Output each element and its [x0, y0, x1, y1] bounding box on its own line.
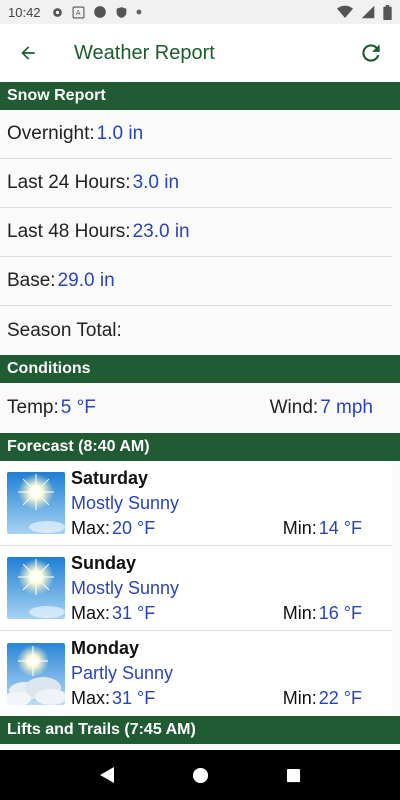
snow-row-overnight: Overnight: 1.0 in — [0, 110, 392, 159]
weather-content[interactable]: Snow Report Overnight: 1.0 in Last 24 Ho… — [0, 82, 400, 750]
forecast-desc: Mostly Sunny — [71, 492, 180, 513]
max-label: Max: — [71, 688, 111, 708]
wifi-icon — [337, 5, 353, 19]
partly-sunny-icon — [7, 642, 65, 705]
forecast-day: Saturday — [71, 467, 149, 488]
status-time: 10:42 — [8, 4, 41, 20]
snow-value: 1.0 in — [96, 123, 144, 144]
forecast-header: Forecast (8:40 AM) — [0, 433, 400, 461]
forecast-day: Monday — [71, 638, 140, 658]
refresh-button[interactable] — [346, 24, 396, 82]
temp-label: Temp: — [7, 397, 59, 418]
status-bar: 10:42 A — [0, 0, 400, 24]
min-value: 16 °F — [318, 602, 362, 623]
temp-value: 5 °F — [60, 397, 96, 418]
conditions-header: Conditions — [0, 355, 400, 383]
nav-home-icon[interactable] — [192, 767, 209, 784]
snow-row-48h: Last 48 Hours: 23.0 in — [0, 208, 392, 257]
settings-icon — [52, 7, 62, 17]
min-label: Min: — [282, 602, 317, 623]
snow-label: Last 24 Hours: — [7, 172, 131, 193]
forecast-desc: Partly Sunny — [71, 663, 174, 683]
min-label: Min: — [282, 688, 317, 708]
min-label: Min: — [282, 517, 317, 538]
max-value: 31 °F — [112, 688, 156, 708]
page-title: Weather Report — [74, 41, 215, 64]
forecast-text: Sunday Mostly Sunny Max: 31 °F Min: 16 °… — [71, 551, 392, 626]
snow-report-list: Overnight: 1.0 in Last 24 Hours: 3.0 in … — [0, 110, 400, 355]
sunny-icon — [7, 557, 65, 619]
forecast-text: Monday Partly Sunny Max: 31 °F Min: 22 °… — [71, 636, 392, 711]
battery-icon — [383, 4, 392, 20]
forecast-list: Saturday Mostly Sunny Max: 20 °F Min: 14… — [0, 461, 400, 716]
min-value: 14 °F — [318, 517, 362, 538]
app-bar: Weather Report — [0, 24, 400, 82]
shield-icon — [116, 6, 126, 18]
conditions-row: Temp: 5 °F Wind: 7 mph — [0, 383, 400, 433]
forecast-temps: Max: 31 °F Min: 22 °F — [71, 686, 392, 711]
wind-label: Wind: — [269, 397, 319, 418]
max-value: 31 °F — [112, 602, 156, 623]
refresh-icon — [362, 44, 380, 62]
nav-back-icon[interactable] — [99, 766, 115, 784]
snow-label: Season Total: — [7, 319, 122, 341]
snow-label: Base: — [7, 270, 56, 291]
snow-row-base: Base: 29.0 in — [0, 257, 392, 306]
max-label: Max: — [71, 602, 111, 623]
snow-row-season: Season Total: — [0, 306, 392, 355]
circle-icon — [93, 6, 106, 18]
forecast-item[interactable]: Saturday Mostly Sunny Max: 20 °F Min: 14… — [0, 461, 392, 546]
forecast-item[interactable]: Monday Partly Sunny Max: 31 °F Min: 22 °… — [0, 631, 392, 716]
font-icon: A — [72, 6, 85, 18]
min-value: 22 °F — [318, 688, 362, 708]
snow-value: 23.0 in — [132, 221, 190, 242]
forecast-day: Sunday — [71, 552, 137, 573]
forecast-text: Saturday Mostly Sunny Max: 20 °F Min: 14… — [71, 466, 392, 541]
forecast-temps: Max: 20 °F Min: 14 °F — [71, 516, 392, 541]
sunny-icon — [7, 472, 65, 534]
snow-value: 3.0 in — [132, 172, 180, 193]
snow-label: Overnight: — [7, 123, 95, 144]
snow-row-24h: Last 24 Hours: 3.0 in — [0, 159, 392, 208]
snow-report-header: Snow Report — [0, 82, 400, 110]
signal-icon — [361, 5, 375, 19]
svg-text:A: A — [75, 8, 80, 17]
forecast-item[interactable]: Sunday Mostly Sunny Max: 31 °F Min: 16 °… — [0, 546, 392, 631]
system-nav-bar — [0, 750, 400, 800]
lifts-trails-header: Lifts and Trails (7:45 AM) — [0, 716, 400, 744]
nav-recents-icon[interactable] — [286, 768, 301, 783]
back-button[interactable] — [0, 24, 56, 82]
arrow-back-icon — [21, 46, 35, 60]
max-label: Max: — [71, 517, 111, 538]
forecast-temps: Max: 31 °F Min: 16 °F — [71, 601, 392, 626]
snow-value: 29.0 in — [57, 270, 115, 291]
snow-label: Last 48 Hours: — [7, 221, 131, 242]
forecast-desc: Mostly Sunny — [71, 577, 180, 598]
wind-value: 7 mph — [320, 397, 373, 418]
max-value: 20 °F — [112, 517, 156, 538]
dot-icon — [136, 9, 142, 15]
